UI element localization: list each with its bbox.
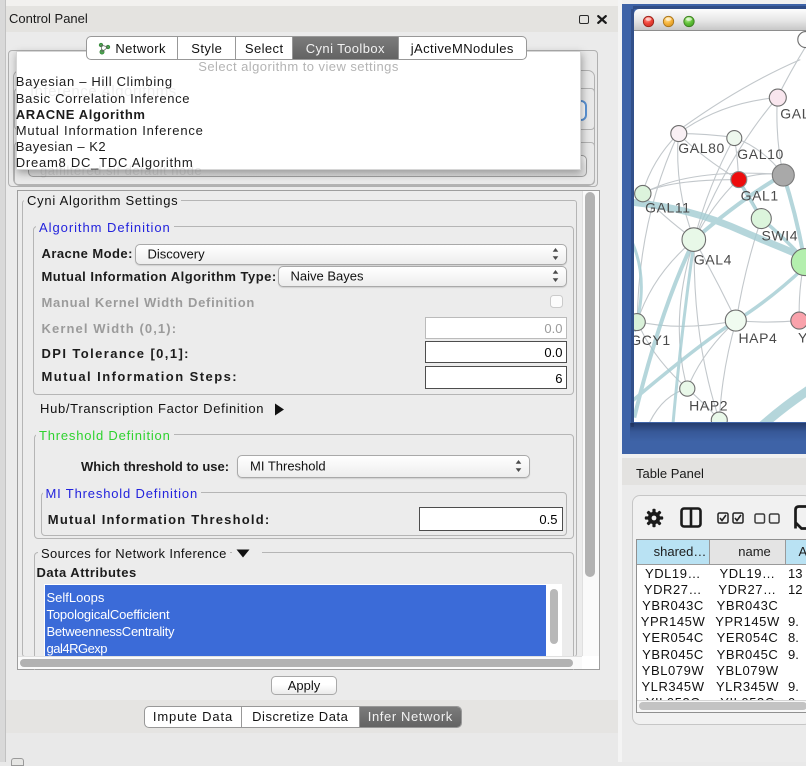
svg-text:GAL11: GAL11 [645, 200, 691, 216]
svg-text:SWI4: SWI4 [761, 228, 798, 244]
svg-text:GAL1: GAL1 [740, 188, 778, 204]
svg-text:HAP4: HAP4 [738, 330, 777, 346]
svg-text:GAL2: GAL2 [780, 106, 806, 122]
svg-text:GAL80: GAL80 [678, 140, 725, 156]
svg-text:GCY1: GCY1 [634, 332, 671, 348]
svg-text:YE: YE [798, 330, 806, 346]
svg-text:GAL10: GAL10 [737, 146, 784, 162]
svg-text:GAL4: GAL4 [694, 252, 732, 268]
svg-text:HAP2: HAP2 [689, 398, 728, 414]
